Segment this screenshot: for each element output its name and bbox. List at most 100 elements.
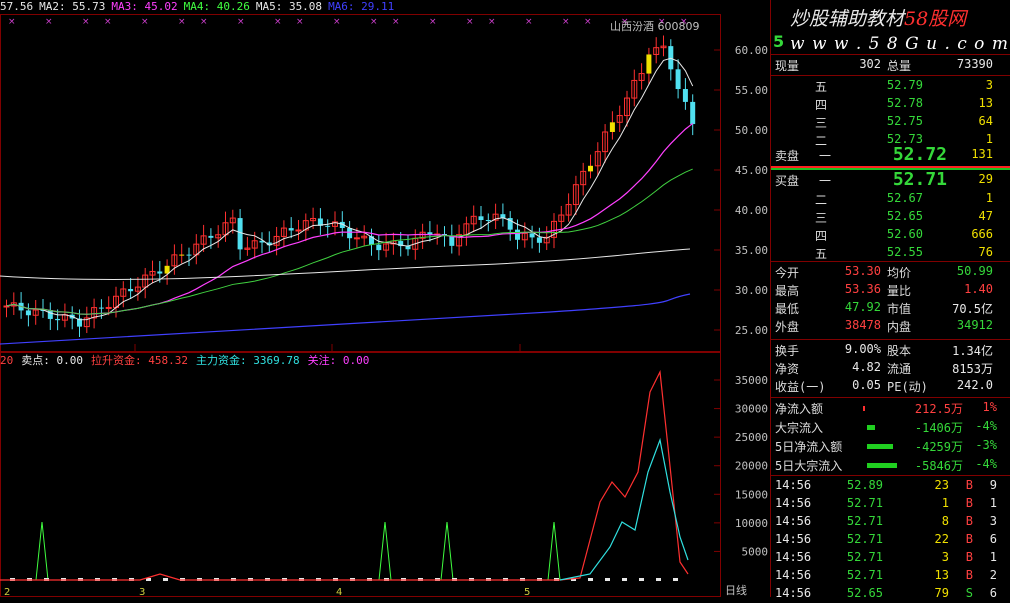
divider [771,397,1010,398]
sell-label: 卖盘 [775,149,800,163]
ask-level-label: 一 [819,149,832,163]
ask-level-label: 五 [815,80,828,94]
candle-body [25,310,31,316]
bid-level-label: 五 [815,247,828,261]
signal-marker: × [45,17,53,27]
tick-price: 52.65 [846,586,883,600]
bid-volume: 29 [978,172,993,186]
tick-count: 6 [989,532,997,546]
signal-marker: × [429,17,437,27]
divider [771,75,1010,76]
flow-label: 大宗流入 [775,421,824,435]
candle-body [55,318,61,321]
stat-value: 34912 [956,318,993,332]
tick-time: 14:56 [775,478,812,492]
indicator-legend-item: 20 [0,354,14,367]
stat-label: 今开 [775,266,800,280]
ask-level-label: 四 [815,98,828,112]
indicator-legend-item: 拉升资金: 458.32 [91,354,188,367]
brand-red-text: 58股网 [904,8,967,30]
candle-body [325,225,331,227]
signal-spike [35,521,49,581]
tick-price: 52.71 [846,514,883,528]
capital-line [0,369,689,581]
tick-time: 14:56 [775,550,812,564]
tick-time: 14:56 [775,496,812,510]
quote-panel: 5 现量 302 总量 73390 五 52.79 3 四 52.78 13 三 52.75 64 二 52.… [770,0,1010,600]
tick-side: B [965,514,973,528]
stat-value: 38478 [844,318,881,332]
signal-marker: × [82,17,90,27]
vol-label: 25000 [735,431,768,444]
flow-percent: -4% [975,457,997,471]
vol-label: 10000 [735,517,768,530]
tick-count: 1 [989,496,997,510]
candle-body [98,307,104,309]
bid-price: 52.67 [886,191,923,205]
candle-body [682,89,688,102]
signal-marker: × [333,17,341,27]
tick-side: B [965,568,973,582]
tick-price: 52.71 [846,496,883,510]
vol-label: 15000 [735,488,768,501]
divider [771,261,1010,262]
candle-body [675,69,681,90]
stat-label: PE(动) [887,380,928,394]
brand-url: w w w . 5 8 G u . c o m [790,34,1009,54]
bid-volume: 666 [971,227,993,241]
bid-level-label: 二 [815,193,828,207]
signal-marker: × [296,17,304,27]
volume-bar [588,578,593,581]
stat-value: 9.00% [844,342,881,356]
signal-spike [547,521,561,581]
ask-row: 卖盘 一 52.72 131 [771,144,1010,165]
tick-side: S [965,586,973,600]
bid-level-label: 三 [815,211,828,225]
flow-label: 5日大宗流入 [775,459,843,473]
vol-label: 30000 [735,403,768,416]
vol-label: 20000 [735,460,768,473]
candle-body [208,235,214,238]
signal-spike [378,521,392,581]
flow-value: -5846万 [914,459,963,473]
tick-side: B [965,496,973,510]
flow-bar [867,444,893,449]
flow-percent: 1% [982,400,997,414]
stat-value: 8153万 [952,362,993,376]
tick-time: 14:56 [775,586,812,600]
brand-watermark: 炒股辅助教材58股网 w w w . 5 8 G u . c o m [790,4,1010,62]
signal-marker: × [392,17,400,27]
indicator-chart[interactable]: 35000 30000 25000 20000 15000 10000 5000 日线 2 3 4 5 [0,352,770,597]
stats-row: 外盘 38478 内盘 34912 [771,317,1010,335]
bid-price: 52.60 [886,227,923,241]
ask-price: 52.79 [886,78,923,92]
bid-volume: 1 [985,191,993,205]
stat-label: 流通 [887,362,912,376]
vol-label: 35000 [735,374,768,387]
stat-label: 收益(一) [775,380,826,394]
bid-price: 52.65 [886,209,923,223]
candle-body [105,306,112,309]
bid-price: 52.55 [886,245,923,259]
candle-body [157,271,163,274]
flow-label: 净流入额 [775,402,824,416]
bid-row: 三 52.65 47 [771,208,1010,226]
fund-flow-row: 大宗流入 -1406万 -4% [771,418,1010,436]
volume-bar [656,578,661,581]
bid-volume: 76 [978,245,993,259]
ask-row: 四 52.78 13 [771,95,1010,113]
tick-row: 14:56 52.71 8 B 3 [771,513,1010,531]
date-label: 4 [336,587,342,597]
kline-chart[interactable]: 60.00 55.00 50.00 45.00 40.00 35.00 30.00 25.00… [0,14,770,352]
bid-level-label: 一 [819,174,832,188]
bid-price: 52.71 [892,169,947,190]
candle-body [128,288,134,292]
candle-body [485,220,491,222]
stats-row: 换手 9.00% 股本 1.34亿 [771,341,1010,359]
stats-row: 净资 4.82 流通 8153万 [771,359,1010,377]
ask-volume: 64 [978,114,993,128]
ma-line [0,293,691,345]
price-label: 25.00 [735,324,768,337]
bid-volume: 47 [978,209,993,223]
signal-marker: × [488,17,496,27]
